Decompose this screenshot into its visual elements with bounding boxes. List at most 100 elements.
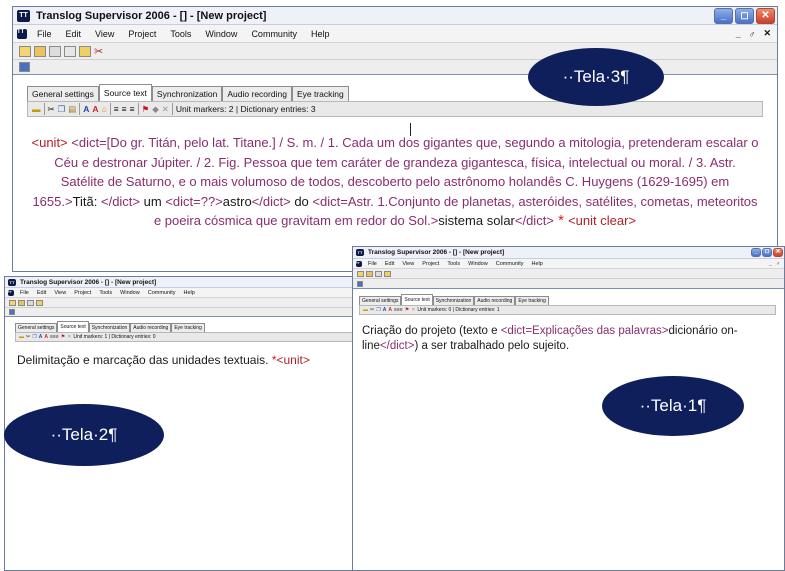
tela2-cut-icon[interactable]: ✂ [26, 334, 30, 340]
tela2-disk-icon[interactable] [9, 309, 15, 315]
menu-community[interactable]: Community [251, 29, 297, 39]
tela2-font-icon[interactable]: A [39, 334, 43, 340]
align-right-icon[interactable]: ≡ [130, 104, 135, 114]
tela1-menu-community[interactable]: Community [496, 261, 524, 267]
tab-synchronization[interactable]: Synchronization [151, 86, 223, 101]
mdi-minimize-icon[interactable]: _ [736, 29, 741, 39]
tela2-menu-project[interactable]: Project [74, 290, 91, 296]
tela1-save-icon[interactable] [375, 270, 382, 277]
tela1-mdi-restore-icon[interactable]: ♂ [776, 261, 780, 267]
mdi-restore-icon[interactable]: ♂ [749, 29, 756, 39]
tela1-menu-tools[interactable]: Tools [447, 261, 460, 267]
tela2-copy-icon[interactable]: ❐ [32, 334, 36, 340]
save-icon[interactable] [49, 45, 61, 57]
menu-view[interactable]: View [95, 29, 114, 39]
tela1-tab-general-settings[interactable]: General settings [359, 296, 402, 305]
tela2-tab-general-settings[interactable]: General settings [15, 323, 58, 332]
tela1-tab-source-text[interactable]: Source text [401, 294, 433, 305]
tela2-menu-edit[interactable]: Edit [37, 290, 46, 296]
folder-icon[interactable] [79, 45, 91, 57]
mdi-doc-icon[interactable]: TT [17, 28, 27, 39]
tela2-font-color-icon[interactable]: A [44, 334, 48, 340]
tela1-menu-view[interactable]: View [402, 261, 414, 267]
tela1-font-icon[interactable]: A [383, 307, 387, 313]
tab-source-text[interactable]: Source text [98, 84, 152, 101]
tela2-save-icon[interactable] [27, 299, 34, 306]
tela2-mdi-icon[interactable]: TT [8, 289, 14, 296]
align-left-icon[interactable]: ≡ [114, 104, 119, 114]
tela1-menu-help[interactable]: Help [532, 261, 543, 267]
tela1-minimize-button[interactable]: _ [751, 248, 761, 257]
tela1-close-button[interactable]: ✕ [773, 248, 783, 257]
tela1-maximize-button[interactable]: ☐ [762, 248, 772, 257]
tela1-flag-icon[interactable]: ⚑ [405, 307, 409, 313]
tab-general-settings[interactable]: General settings [27, 86, 99, 101]
tela1-menu-file[interactable]: File [368, 261, 377, 267]
tela1-copy-icon[interactable]: ❐ [376, 307, 380, 313]
tela2-folder-icon[interactable] [36, 299, 43, 306]
font-color-icon[interactable]: A [92, 104, 98, 114]
tela2-menu-file[interactable]: File [20, 290, 29, 296]
tela1-new-icon[interactable] [357, 270, 364, 277]
tela1-folder-icon[interactable] [384, 270, 391, 277]
tela2-open-icon[interactable] [18, 299, 25, 306]
tela2-tab-eye-tracking[interactable]: Eye tracking [171, 323, 205, 332]
paste-icon[interactable]: ▤ [68, 104, 76, 115]
tela2-menu-window[interactable]: Window [120, 290, 140, 296]
tela1-menu-project[interactable]: Project [422, 261, 439, 267]
tab-eye-tracking[interactable]: Eye tracking [291, 86, 349, 101]
open-file-icon[interactable]: ▬ [32, 104, 41, 114]
tela1-cut-icon[interactable]: ✂ [370, 307, 374, 313]
tela1-open-icon[interactable] [366, 270, 373, 277]
tela1-tab-eye-tracking[interactable]: Eye tracking [515, 296, 549, 305]
font-icon[interactable]: A [83, 104, 89, 114]
tela1-disk-icon[interactable] [357, 280, 363, 287]
tela2-delete-icon[interactable]: ✕ [67, 334, 71, 340]
tela2-flag-icon[interactable]: ⚑ [61, 334, 65, 340]
align-center-icon[interactable]: ≡ [122, 104, 127, 114]
cut-icon[interactable]: ✂ [48, 104, 55, 115]
maximize-button[interactable]: ☐ [735, 7, 754, 24]
open-icon[interactable] [34, 45, 46, 57]
tela1-tab-audio-recording[interactable]: Audio recording [474, 296, 516, 305]
tela1-mdi-minimize-icon[interactable]: _ [769, 261, 772, 267]
tela1-open-file-icon[interactable]: ▬ [363, 307, 368, 313]
menu-tools[interactable]: Tools [170, 29, 191, 39]
mdi-close-icon[interactable]: ✕ [763, 28, 771, 39]
tela2-menu-tools[interactable]: Tools [99, 290, 112, 296]
menu-edit[interactable]: Edit [66, 29, 82, 39]
disk-icon[interactable] [19, 62, 30, 72]
tela2-new-icon[interactable] [9, 299, 16, 306]
tela1-tab-synchronization[interactable]: Synchronization [432, 296, 475, 305]
tela2-menu-community[interactable]: Community [148, 290, 176, 296]
tela1-align-icon[interactable]: ≡≡≡ [394, 307, 403, 313]
tela1-menu-window[interactable]: Window [468, 261, 488, 267]
new-project-icon[interactable] [19, 45, 31, 57]
menu-window[interactable]: Window [205, 29, 237, 39]
tela1-delete-icon[interactable]: ✕ [411, 307, 415, 313]
tela1-menu-edit[interactable]: Edit [385, 261, 394, 267]
tela2-tab-source-text[interactable]: Source text [57, 321, 89, 332]
tela1-font-color-icon[interactable]: A [388, 307, 392, 313]
highlight-icon[interactable]: ⌂ [102, 104, 107, 114]
close-button[interactable]: ✕ [756, 7, 775, 24]
copy-icon[interactable] [64, 45, 76, 57]
menu-file[interactable]: File [37, 29, 52, 39]
minimize-button[interactable]: _ [714, 7, 733, 24]
tela2-menu-view[interactable]: View [54, 290, 66, 296]
tela1-mdi-icon[interactable]: TT [356, 260, 362, 267]
tools-icon[interactable]: ✂ [94, 45, 103, 58]
tela2-open-file-icon[interactable]: ▬ [19, 334, 24, 340]
tela2-menu-help[interactable]: Help [184, 290, 195, 296]
menu-help[interactable]: Help [311, 29, 330, 39]
delete-icon[interactable]: ✕ [162, 104, 169, 115]
tela1-editor[interactable]: Criação do projeto (texto e <dict=Explic… [359, 324, 777, 564]
tela2-tab-synchronization[interactable]: Synchronization [88, 323, 131, 332]
tela2-tab-audio-recording[interactable]: Audio recording [130, 323, 172, 332]
flag-icon[interactable]: ⚑ [142, 104, 150, 115]
tab-audio-recording[interactable]: Audio recording [222, 86, 292, 101]
tela2-align-icon[interactable]: ≡≡≡ [50, 334, 59, 340]
menu-project[interactable]: Project [128, 29, 156, 39]
eraser-icon[interactable]: ◆ [152, 104, 159, 115]
copy-text-icon[interactable]: ❐ [58, 104, 66, 115]
